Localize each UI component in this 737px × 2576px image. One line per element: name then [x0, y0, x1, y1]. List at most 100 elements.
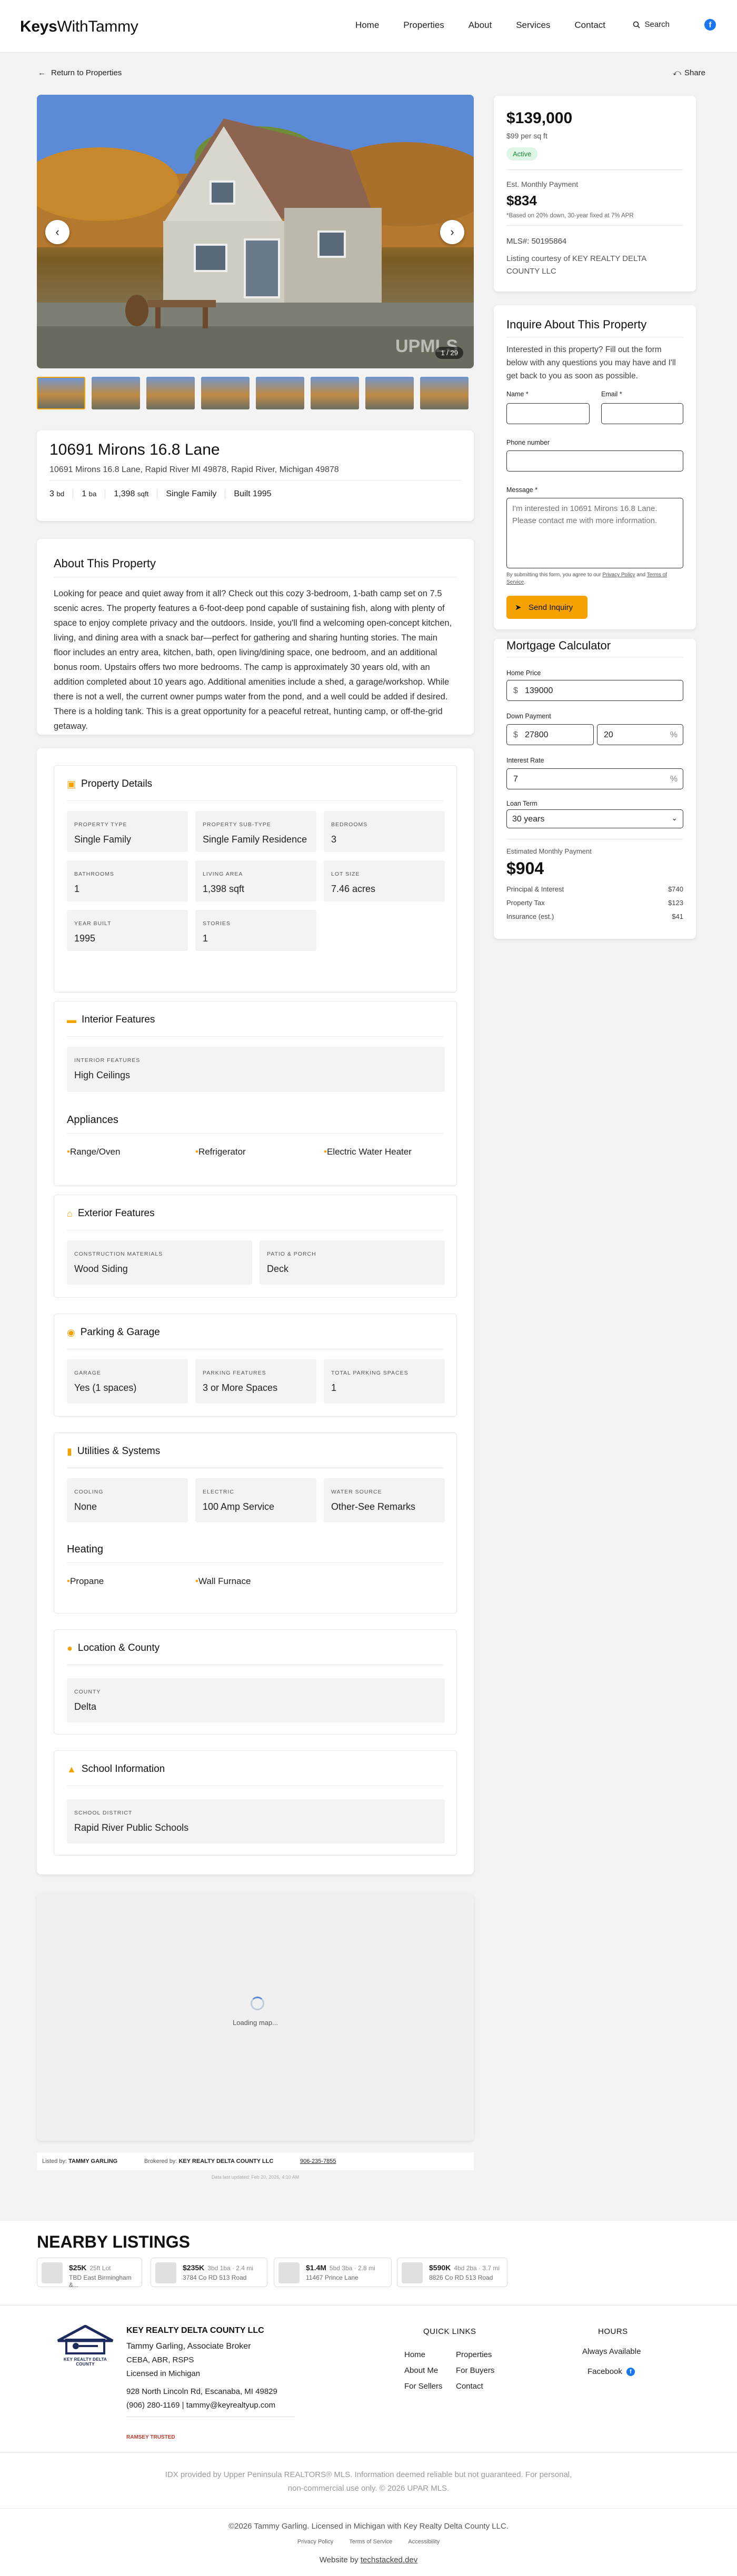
- privacy-policy-link[interactable]: Privacy Policy: [297, 2539, 333, 2545]
- nearby-listings-heading: NEARBY LISTINGS: [37, 2232, 190, 2251]
- truck-icon: ▣: [67, 778, 76, 789]
- currency-symbol: $: [513, 686, 518, 695]
- return-to-properties-link[interactable]: ← Return to Properties: [38, 68, 122, 77]
- thumbnail[interactable]: [420, 377, 469, 409]
- detail-school-district: SCHOOL DISTRICT Rapid River Public School…: [67, 1799, 445, 1843]
- footer-contact[interactable]: (906) 280-1169 | tammy@keyrealtyup.com: [126, 2401, 275, 2410]
- nav-contact[interactable]: Contact: [574, 20, 605, 31]
- property-photo[interactable]: UPMLS 1 / 29: [37, 95, 474, 368]
- down-amount-value: 27800: [525, 730, 549, 739]
- broker-phone-link[interactable]: 906-235-7855: [300, 2158, 336, 2164]
- footer-link-about-me[interactable]: About Me: [404, 2363, 443, 2379]
- loan-term-select[interactable]: 30 years ⌄: [506, 809, 683, 828]
- nearby-listing-card[interactable]: $590K 4bd 2ba · 3.7 mi 8826 Co RD 513 Road: [397, 2258, 507, 2287]
- listing-thumbnail: [278, 2262, 300, 2283]
- footer-link-contact[interactable]: Contact: [456, 2379, 494, 2394]
- detail-value: High Ceilings: [74, 1070, 131, 1080]
- detail-value: 3: [331, 834, 337, 845]
- map-container[interactable]: Loading map...: [37, 1893, 474, 2141]
- divider: [67, 800, 444, 801]
- nearby-address: 3784 Co RD 513 Road: [183, 2274, 247, 2281]
- accessibility-link[interactable]: Accessibility: [408, 2539, 440, 2545]
- down-payment-percent-input[interactable]: 20%: [597, 724, 683, 745]
- payment-breakdown-row: Principal & Interest $740: [506, 885, 683, 893]
- send-icon: ➤: [515, 603, 522, 612]
- nearby-listing-card[interactable]: $1.4M 5bd 3ba · 2.8 mi 11467 Prince Lane: [274, 2258, 392, 2287]
- sqft-value: 1,398: [114, 489, 135, 498]
- detail-label: GARAGE: [74, 1370, 101, 1376]
- footer-company: KEY REALTY DELTA COUNTY LLC: [126, 2326, 264, 2335]
- developer-link[interactable]: techstacked.dev: [361, 2555, 417, 2564]
- appliance-item: Refrigerator: [195, 1147, 246, 1157]
- thumbnail[interactable]: [365, 377, 414, 409]
- consent-text: By submitting this form, you agree to ou…: [506, 572, 684, 586]
- email-input[interactable]: [601, 403, 683, 424]
- thumbnail[interactable]: [256, 377, 304, 409]
- footer-divider: [0, 2305, 737, 2306]
- nav-services[interactable]: Services: [516, 20, 550, 31]
- gallery-next-button[interactable]: ›: [440, 220, 464, 244]
- detail-value: None: [74, 1501, 97, 1512]
- thumbnail[interactable]: [201, 377, 250, 409]
- message-textarea[interactable]: [506, 498, 683, 568]
- down-payment-amount-input[interactable]: $27800: [506, 724, 594, 745]
- listed-by-name: TAMMY GARLING: [68, 2158, 118, 2164]
- nearby-listing-card[interactable]: $25K 25ft Lot TBD East Birmingham &...: [37, 2258, 142, 2289]
- property-details-title: Property Details: [81, 778, 153, 789]
- nearby-price: $1.4M: [306, 2263, 326, 2272]
- listing-thumbnail: [402, 2262, 423, 2283]
- name-input[interactable]: [506, 403, 590, 424]
- footer-divider: [0, 2508, 737, 2509]
- footer-link-for-buyers[interactable]: For Buyers: [456, 2363, 494, 2379]
- footer-facebook-link[interactable]: Facebook f: [587, 2367, 635, 2376]
- key-house-logo-icon: [57, 2324, 114, 2354]
- search-button[interactable]: Search: [633, 20, 670, 29]
- footer-link-properties[interactable]: Properties: [456, 2347, 494, 2363]
- logo-part-b: WithTammy: [57, 18, 138, 35]
- send-inquiry-button[interactable]: ➤ Send Inquiry: [506, 596, 587, 619]
- footer-link-home[interactable]: Home: [404, 2347, 443, 2363]
- parking-garage-section: ◉ Parking & Garage GARAGE Yes (1 spaces) P…: [54, 1314, 457, 1417]
- listing-price: $590K 4bd 2ba · 3.7 mi: [429, 2263, 500, 2272]
- gallery-prev-button[interactable]: ‹: [45, 220, 69, 244]
- breakdown-value: $123: [668, 899, 683, 907]
- thumbnail[interactable]: [92, 377, 140, 409]
- school-information-heading: ▲ School Information: [67, 1763, 165, 1775]
- return-label: Return to Properties: [51, 68, 122, 77]
- detail-value: 100 Amp Service: [203, 1501, 275, 1512]
- site-logo[interactable]: KeysWithTammy: [20, 18, 138, 36]
- nav-about[interactable]: About: [469, 20, 492, 31]
- facebook-label: Facebook: [587, 2367, 622, 2376]
- property-title-card: 10691 Mirons 16.8 Lane 10691 Mirons 16.8…: [37, 430, 474, 521]
- detail-value: Wood Siding: [74, 1264, 128, 1274]
- nearby-price: $235K: [183, 2263, 205, 2272]
- thumbnail[interactable]: [146, 377, 195, 409]
- property-facts: 3 bd 1 ba 1,398 sqft Single Family Built…: [49, 489, 280, 499]
- detail-label: PATIO & PORCH: [267, 1251, 316, 1257]
- detail-county: COUNTY Delta: [67, 1678, 445, 1722]
- facebook-icon[interactable]: f: [704, 19, 716, 31]
- footer-link-for-sellers[interactable]: For Sellers: [404, 2379, 443, 2394]
- sofa-icon: ▬: [67, 1014, 76, 1025]
- detail-label: WATER SOURCE: [331, 1489, 382, 1495]
- nav-home[interactable]: Home: [355, 20, 379, 31]
- phone-input[interactable]: [506, 450, 683, 472]
- search-label: Search: [644, 20, 670, 29]
- interest-rate-input[interactable]: 7%: [506, 768, 683, 789]
- detail-label: COUNTY: [74, 1689, 101, 1695]
- exterior-features-section: ⌂ Exterior Features CONSTRUCTION MATERIAL…: [54, 1195, 457, 1298]
- divider: [506, 169, 683, 170]
- home-price-input[interactable]: $139000: [506, 680, 683, 701]
- share-button[interactable]: ⤺ Share: [673, 68, 705, 77]
- privacy-policy-link[interactable]: Privacy Policy: [602, 572, 635, 578]
- thumbnail[interactable]: [311, 377, 359, 409]
- thumbnail[interactable]: [37, 377, 85, 409]
- nearby-listing-card[interactable]: $235K 3bd 1ba · 2.4 mi 3784 Co RD 513 Road: [151, 2258, 267, 2287]
- detail-total-parking: TOTAL PARKING SPACES 1: [324, 1359, 445, 1404]
- detail-label: STORIES: [203, 920, 231, 927]
- divider: [67, 1036, 444, 1037]
- nav-properties[interactable]: Properties: [403, 20, 444, 31]
- listing-price: $235K 3bd 1ba · 2.4 mi: [183, 2263, 253, 2272]
- terms-of-service-link[interactable]: Terms of Service: [349, 2539, 392, 2545]
- listed-by-label: Listed by:: [42, 2158, 67, 2164]
